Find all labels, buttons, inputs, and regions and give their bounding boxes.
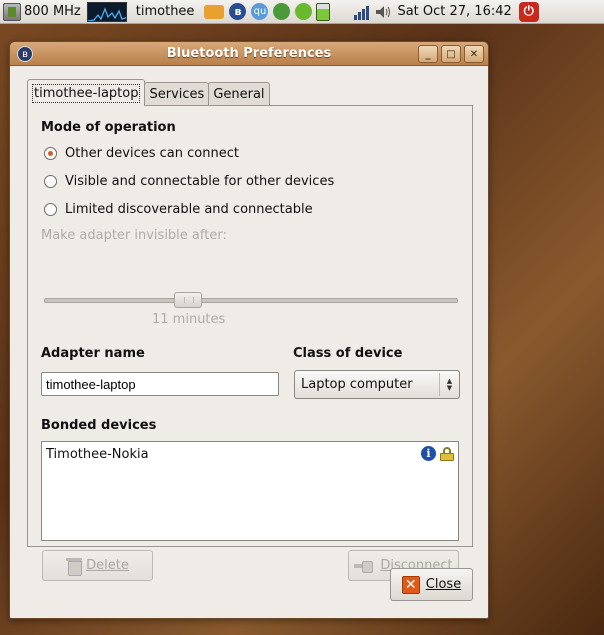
cpu-icon xyxy=(3,2,21,21)
radio-label: Limited discoverable and connectable xyxy=(65,202,313,217)
radio-label: Other devices can connect xyxy=(65,146,239,161)
tab-label: General xyxy=(213,87,265,102)
tab-services[interactable]: Services xyxy=(144,82,210,106)
bluetooth-icon: ʙ xyxy=(17,46,33,62)
radio-other-devices-connect[interactable]: Other devices can connect xyxy=(44,146,239,161)
maximize-icon[interactable]: □ xyxy=(441,45,461,63)
window-controls: _ □ ✕ xyxy=(418,45,484,63)
class-of-device-select[interactable]: Laptop computer ▲ ▼ xyxy=(294,370,460,399)
bonded-devices-title: Bonded devices xyxy=(41,418,157,433)
combo-arrows-icon: ▲ ▼ xyxy=(439,373,459,396)
power-icon[interactable]: ⏻ xyxy=(518,1,539,22)
adapter-name-input[interactable] xyxy=(41,372,279,396)
list-item[interactable]: Timothee-Nokia xyxy=(46,447,149,462)
close-icon: ✕ xyxy=(401,575,420,594)
top-panel: 800 MHz timothee ʙ qu Sat Oct 27, 16:42 … xyxy=(0,0,604,24)
window-title: Bluetooth Preferences xyxy=(166,46,332,61)
tab-label: Services xyxy=(149,87,205,102)
delete-button[interactable]: Delete xyxy=(42,550,153,581)
slider-handle[interactable] xyxy=(174,292,202,308)
cpu-freq-applet[interactable]: 800 MHz xyxy=(0,0,84,24)
radio-button[interactable] xyxy=(44,175,57,188)
bluetooth-preferences-window: ʙ Bluetooth Preferences _ □ ✕ timothee-l… xyxy=(9,41,489,619)
plug-icon xyxy=(354,559,374,573)
notification-area: ʙ qu xyxy=(200,0,333,24)
tab-bar: timothee-laptop Services General xyxy=(27,79,270,106)
system-monitor-applet[interactable] xyxy=(84,0,130,24)
close-button[interactable]: ✕ Close xyxy=(390,568,473,601)
trash-icon xyxy=(66,557,83,576)
tab-timothee-laptop[interactable]: timothee-laptop xyxy=(27,79,146,106)
radio-label: Visible and connectable for other device… xyxy=(65,174,335,189)
tab-general[interactable]: General xyxy=(208,82,270,106)
close-label: Close xyxy=(425,577,462,592)
network-manager-icon[interactable] xyxy=(204,4,225,19)
close-window-icon[interactable]: ✕ xyxy=(464,45,484,63)
class-of-device-title: Class of device xyxy=(293,346,403,361)
play-tray-icon[interactable] xyxy=(273,3,291,20)
adapter-name-title: Adapter name xyxy=(41,346,145,361)
update-tray-icon[interactable] xyxy=(295,3,313,20)
radio-visible-connectable[interactable]: Visible and connectable for other device… xyxy=(44,174,334,189)
minimize-icon[interactable]: _ xyxy=(418,45,438,63)
qu-tray-icon[interactable]: qu xyxy=(251,3,269,20)
tab-pane: Mode of operation Other devices can conn… xyxy=(27,105,473,581)
volume-applet[interactable] xyxy=(372,0,394,24)
radio-button[interactable] xyxy=(44,147,57,160)
system-monitor-graph xyxy=(86,1,127,22)
user-menu[interactable]: timothee xyxy=(130,0,201,24)
invisible-timeout-slider[interactable] xyxy=(44,298,458,303)
window-titlebar[interactable]: ʙ Bluetooth Preferences _ □ ✕ xyxy=(10,42,488,66)
username-label: timothee xyxy=(135,4,195,19)
info-icon[interactable]: i xyxy=(421,446,436,461)
bluetooth-tray-icon[interactable]: ʙ xyxy=(229,3,247,20)
battery-icon[interactable] xyxy=(316,2,331,21)
monitor-graph-icon xyxy=(87,6,126,21)
device-name: Timothee-Nokia xyxy=(46,447,149,462)
clock-applet[interactable]: Sat Oct 27, 16:42 xyxy=(394,0,514,24)
radio-button[interactable] xyxy=(44,203,57,216)
bonded-devices-list[interactable]: Timothee-Nokia i xyxy=(41,441,459,541)
lock-icon xyxy=(440,447,454,461)
speaker-icon xyxy=(376,5,391,18)
mode-title: Mode of operation xyxy=(41,120,176,135)
tab-label: timothee-laptop xyxy=(32,83,141,103)
network-strength[interactable] xyxy=(351,0,372,24)
signal-bars-icon xyxy=(354,4,370,20)
radio-limited-discoverable[interactable]: Limited discoverable and connectable xyxy=(44,202,313,217)
class-of-device-value: Laptop computer xyxy=(301,377,413,392)
clock-label: Sat Oct 27, 16:42 xyxy=(397,4,512,19)
invisible-after-label: Make adapter invisible after: xyxy=(41,228,227,243)
slider-value-label: 11 minutes xyxy=(152,312,226,327)
cpu-freq-label: 800 MHz xyxy=(24,4,81,19)
delete-label: Delete xyxy=(86,558,129,573)
